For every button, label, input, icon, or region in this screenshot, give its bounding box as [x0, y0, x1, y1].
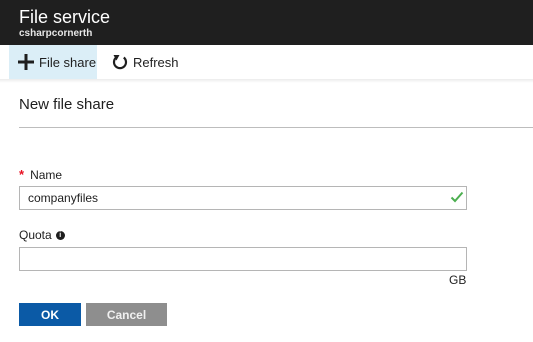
checkmark-icon [450, 191, 464, 203]
quota-input[interactable] [19, 247, 467, 271]
refresh-button[interactable]: Refresh [103, 45, 181, 79]
title-divider [19, 127, 533, 128]
name-field-label: * Name [19, 167, 62, 182]
name-label-text: Name [30, 167, 63, 182]
blade-header: File service csharpcornerth [0, 0, 533, 45]
ok-button[interactable]: OK [19, 303, 81, 326]
refresh-icon [112, 55, 128, 70]
quota-label-text: Quota [19, 228, 52, 242]
quota-unit-label: GB [449, 273, 467, 287]
add-file-share-label: File share [39, 54, 97, 70]
info-icon[interactable]: i [55, 230, 65, 240]
add-file-share-button[interactable]: File share [9, 45, 97, 79]
page-title: File service [19, 7, 111, 27]
toolbar-shadow [0, 79, 533, 83]
required-marker: * [19, 167, 25, 182]
plus-icon [18, 54, 34, 70]
refresh-label: Refresh [133, 54, 179, 70]
cancel-button[interactable]: Cancel [86, 303, 167, 326]
blade-title: New file share [19, 96, 115, 113]
name-input[interactable] [19, 186, 467, 210]
command-bar: File share Refresh [0, 45, 533, 80]
page-subtitle: csharpcornerth [19, 28, 93, 39]
quota-field-label: Quota i [19, 228, 65, 242]
